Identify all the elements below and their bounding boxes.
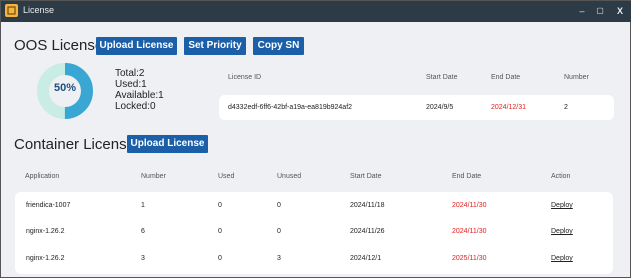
row-number: 1 [141, 202, 145, 209]
oos-header-end-date: End Date [491, 74, 521, 81]
row-unused: 0 [277, 202, 281, 209]
oos-number: 2 [564, 104, 568, 111]
row-start-date: 2024/12/1 [350, 255, 382, 262]
oos-table-row[interactable]: d4332edf-6ff6-42bf-a19a-ea819b924af2 202… [219, 95, 614, 120]
deploy-link[interactable]: Deploy [551, 255, 573, 262]
row-used: 0 [218, 255, 222, 262]
table-row[interactable]: nginx-1.26.2 6 0 0 2024/11/26 2024/11/30… [15, 219, 613, 246]
container-header-number: Number [141, 173, 166, 180]
oos-end-date: 2024/12/31 [491, 104, 527, 111]
container-upload-license-button[interactable]: Upload License [127, 135, 208, 153]
row-start-date: 2024/11/18 [350, 202, 385, 209]
oos-upload-license-button[interactable]: Upload License [96, 37, 177, 55]
oos-header-number: Number [564, 74, 589, 81]
oos-license-id: d4332edf-6ff6-42bf-a19a-ea819b924af2 [228, 104, 353, 111]
copy-sn-button[interactable]: Copy SN [253, 37, 304, 55]
row-number: 6 [141, 228, 145, 235]
close-icon[interactable]: X [613, 4, 627, 18]
usage-percent: 50% [53, 82, 77, 94]
row-end-date: 2024/11/30 [452, 202, 487, 209]
oos-header-license-id: License ID [228, 74, 262, 81]
row-start-date: 2024/11/26 [350, 228, 385, 235]
row-application: friendica-1007 [26, 202, 71, 209]
container-header-application: Application [25, 173, 60, 180]
maximize-icon[interactable]: ▢ [593, 4, 607, 18]
row-end-date: 2024/11/30 [452, 228, 487, 235]
row-unused: 0 [277, 228, 281, 235]
window-title: License [23, 5, 55, 15]
app-logo-icon [5, 4, 18, 17]
deploy-link[interactable]: Deploy [551, 202, 573, 209]
license-stats: Total:2 Used:1 Available:1 Locked:0 [115, 68, 164, 112]
container-license-title: Container License [14, 136, 135, 153]
container-header-action: Action [551, 173, 571, 180]
minimize-icon[interactable]: – [575, 4, 589, 18]
stat-total: Total:2 [115, 68, 145, 79]
row-unused: 3 [277, 255, 281, 262]
container-header-end-date: End Date [452, 173, 482, 180]
row-number: 3 [141, 255, 145, 262]
license-window: License – ▢ X OOS License Upload License… [0, 0, 631, 278]
container-header-unused: Unused [277, 173, 302, 180]
container-header-used: Used [218, 173, 235, 180]
table-row[interactable]: nginx-1.26.2 3 0 3 2024/12/1 2025/11/30 … [15, 246, 613, 273]
oos-license-title: OOS License [14, 37, 104, 54]
title-bar: License – ▢ X [1, 1, 631, 22]
deploy-link[interactable]: Deploy [551, 228, 573, 235]
stat-locked: Locked:0 [115, 101, 156, 112]
stat-used: Used:1 [115, 79, 147, 90]
oos-start-date: 2024/9/5 [426, 104, 454, 111]
set-priority-button[interactable]: Set Priority [184, 37, 246, 55]
table-row[interactable]: friendica-1007 1 0 0 2024/11/18 2024/11/… [15, 192, 613, 219]
row-end-date: 2025/11/30 [452, 255, 487, 262]
row-used: 0 [218, 228, 222, 235]
row-used: 0 [218, 202, 222, 209]
stat-available: Available:1 [115, 90, 164, 101]
container-header-start-date: Start Date [350, 173, 382, 180]
container-table: friendica-1007 1 0 0 2024/11/18 2024/11/… [15, 192, 613, 274]
row-application: nginx-1.26.2 [26, 228, 65, 235]
row-application: nginx-1.26.2 [26, 255, 65, 262]
oos-header-start-date: Start Date [426, 74, 458, 81]
